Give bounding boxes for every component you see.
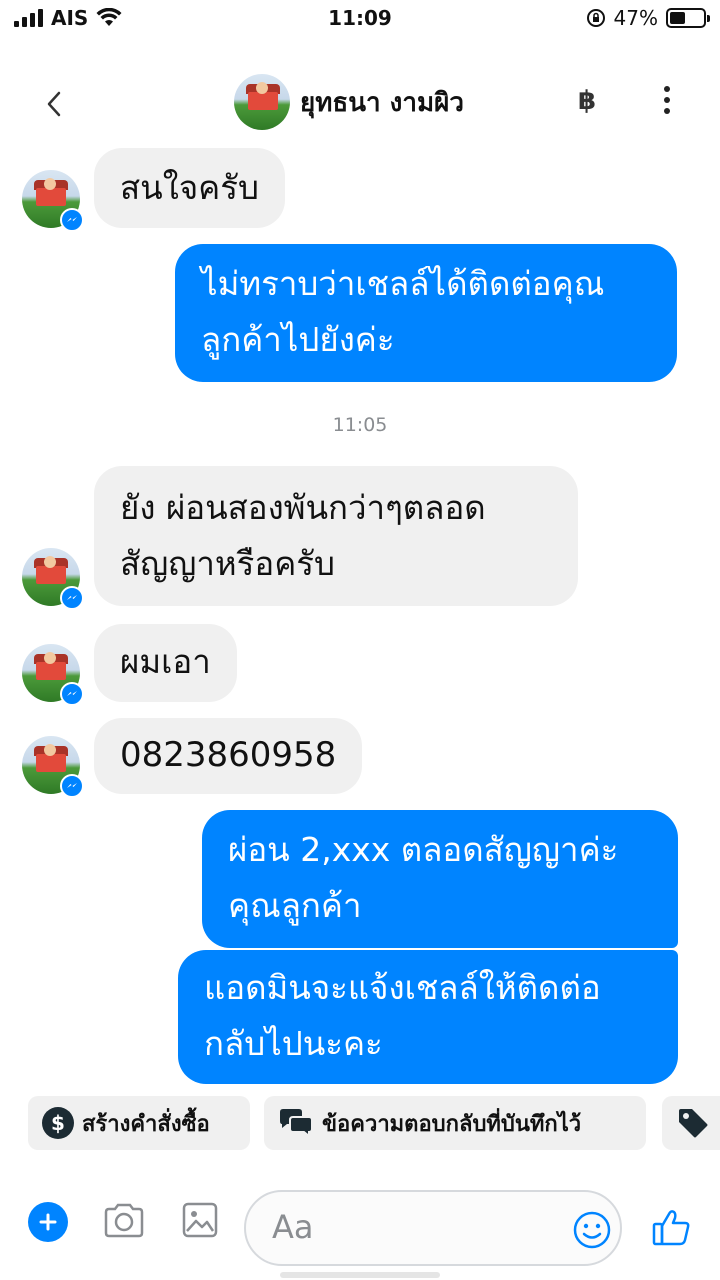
quick-reply-bar: $ สร้างคำสั่งซื้อ ข้อความตอบกลับที่บันทึ… <box>28 1096 720 1152</box>
chat-header: ยุทธนา งามผิว ฿ <box>0 70 720 140</box>
contact-info[interactable]: ยุทธนา งามผิว <box>234 74 464 130</box>
message-line: แอดมินจะแจ้งเชลล์ให้ติดต่อ <box>204 968 601 1007</box>
home-indicator <box>280 1272 440 1278</box>
message-input-placeholder: Aa <box>272 1208 314 1246</box>
like-button[interactable] <box>650 1206 694 1254</box>
gallery-button[interactable] <box>180 1200 220 1244</box>
message-bubble[interactable]: ไม่ทราบว่าเชลล์ได้ติดต่อคุณ ลูกค้าไปยังค… <box>175 244 677 382</box>
orientation-lock-icon <box>586 9 605 27</box>
messenger-badge-icon <box>60 774 84 798</box>
sender-avatar[interactable] <box>22 548 84 610</box>
camera-button[interactable] <box>102 1200 146 1244</box>
message-line: ผ่อน 2,xxx ตลอดสัญญาค่ะ <box>228 830 619 869</box>
messenger-badge-icon <box>60 208 84 232</box>
message-line: สัญญาหรือครับ <box>120 544 335 583</box>
battery-percent: 47% <box>613 6 658 30</box>
message-bubble[interactable]: ผ่อน 2,xxx ตลอดสัญญาค่ะ คุณลูกค้า <box>202 810 678 948</box>
image-icon <box>182 1202 218 1238</box>
message-timestamp: 11:05 <box>332 414 388 436</box>
dollar-icon: $ <box>42 1107 74 1139</box>
sender-avatar[interactable] <box>22 644 84 706</box>
message-line: ลูกค้าไปยังค่ะ <box>201 320 395 359</box>
sender-avatar[interactable] <box>22 736 84 798</box>
message-bubble[interactable]: แอดมินจะแจ้งเชลล์ให้ติดต่อ กลับไปนะคะ <box>178 950 678 1084</box>
camera-icon <box>104 1203 144 1238</box>
message-text: สนใจครับ <box>120 168 259 207</box>
message-bubble[interactable]: 0823860958 <box>94 718 363 794</box>
message-bubble[interactable]: ยัง ผ่อนสองพันกว่าๆตลอด สัญญาหรือครับ <box>94 466 578 606</box>
message-line: ยัง ผ่อนสองพันกว่าๆตลอด <box>120 488 486 527</box>
chevron-left-icon <box>47 91 61 117</box>
message-text: 0823860958 <box>120 735 337 775</box>
labels-chip[interactable] <box>662 1096 720 1150</box>
composer-bar: Aa <box>0 1190 720 1270</box>
more-options-button[interactable] <box>658 86 676 114</box>
smiley-icon <box>573 1211 611 1249</box>
messenger-badge-icon <box>60 682 84 706</box>
message-bubble[interactable]: ผมเอา <box>94 624 237 702</box>
contact-avatar[interactable] <box>234 74 290 130</box>
chat-bubbles-icon <box>280 1109 313 1138</box>
battery-fill <box>670 12 686 24</box>
message-bubble[interactable]: สนใจครับ <box>94 148 285 228</box>
emoji-button[interactable] <box>572 1210 612 1254</box>
tag-icon <box>679 1109 708 1138</box>
message-input[interactable]: Aa <box>244 1190 622 1266</box>
create-order-chip[interactable]: $ สร้างคำสั่งซื้อ <box>28 1096 250 1150</box>
message-line: ไม่ทราบว่าเชลล์ได้ติดต่อคุณ <box>201 264 605 303</box>
message-text: ผมเอา <box>120 642 211 681</box>
payment-button[interactable]: ฿ <box>578 86 596 116</box>
thumbs-up-icon <box>652 1210 690 1246</box>
plus-icon <box>39 1213 57 1231</box>
status-right: 47% <box>586 6 710 30</box>
battery-icon <box>666 8 710 28</box>
saved-replies-chip[interactable]: ข้อความตอบกลับที่บันทึกไว้ <box>264 1096 646 1150</box>
status-bar: AIS 11:09 47% <box>0 0 720 40</box>
add-button[interactable] <box>28 1202 68 1242</box>
messenger-badge-icon <box>60 586 84 610</box>
sender-avatar[interactable] <box>22 170 84 232</box>
message-line: คุณลูกค้า <box>228 886 362 925</box>
message-line: กลับไปนะคะ <box>204 1024 383 1063</box>
back-button[interactable] <box>34 82 74 126</box>
chip-label: สร้างคำสั่งซื้อ <box>82 1111 210 1137</box>
chip-label: ข้อความตอบกลับที่บันทึกไว้ <box>322 1111 582 1137</box>
contact-name[interactable]: ยุทธนา งามผิว <box>300 82 464 123</box>
